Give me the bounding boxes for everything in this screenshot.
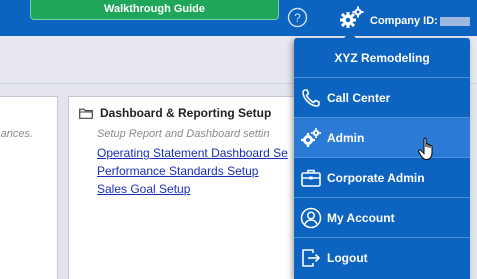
user-icon	[300, 207, 322, 229]
menu-item-logout[interactable]: Logout	[294, 238, 470, 278]
operating-statement-dashboard-link[interactable]: Operating Statement Dashboard Se	[97, 146, 288, 160]
menu-item-corporate-admin[interactable]: Corporate Admin	[294, 158, 470, 198]
menu-item-label: Call Center	[327, 90, 391, 105]
logout-icon	[302, 249, 320, 267]
gears-icon	[301, 128, 321, 147]
menu-item-my-account[interactable]: My Account	[294, 198, 470, 238]
card-description: Setup Report and Dashboard settin	[97, 128, 270, 140]
account-dropdown-menu: XYZ Remodeling Call Center Admin Corpora…	[294, 38, 470, 279]
dashboard-reporting-card: Dashboard & Reporting Setup Setup Report…	[68, 96, 308, 279]
performance-standards-setup-link[interactable]: Performance Standards Setup	[97, 164, 258, 178]
company-id: Company ID:	[370, 15, 470, 27]
company-id-label: Company ID:	[370, 15, 438, 27]
setup-card-left: ances.	[0, 96, 58, 279]
card-description-tail: ances.	[0, 128, 33, 140]
top-bar: Walkthrough Guide ? Company ID:	[0, 0, 477, 36]
card-title: Dashboard & Reporting Setup	[100, 106, 272, 120]
menu-item-label: My Account	[327, 210, 395, 225]
company-id-value-redacted	[439, 16, 470, 26]
gear-icon[interactable]	[339, 6, 365, 30]
menu-company-name: XYZ Remodeling	[294, 38, 470, 78]
help-icon[interactable]: ?	[287, 7, 308, 28]
menu-item-label: Logout	[327, 251, 368, 265]
folder-icon	[79, 108, 93, 119]
sales-goal-setup-link[interactable]: Sales Goal Setup	[97, 182, 190, 196]
walkthrough-guide-button[interactable]: Walkthrough Guide	[30, 0, 279, 20]
briefcase-icon	[301, 169, 321, 187]
menu-item-label: Admin	[327, 130, 365, 145]
menu-item-label: Corporate Admin	[327, 170, 425, 185]
menu-item-admin[interactable]: Admin	[294, 118, 470, 158]
hand-cursor-icon	[418, 137, 433, 161]
menu-item-call-center[interactable]: Call Center	[294, 78, 470, 118]
phone-icon	[302, 89, 320, 107]
svg-text:?: ?	[294, 11, 301, 25]
